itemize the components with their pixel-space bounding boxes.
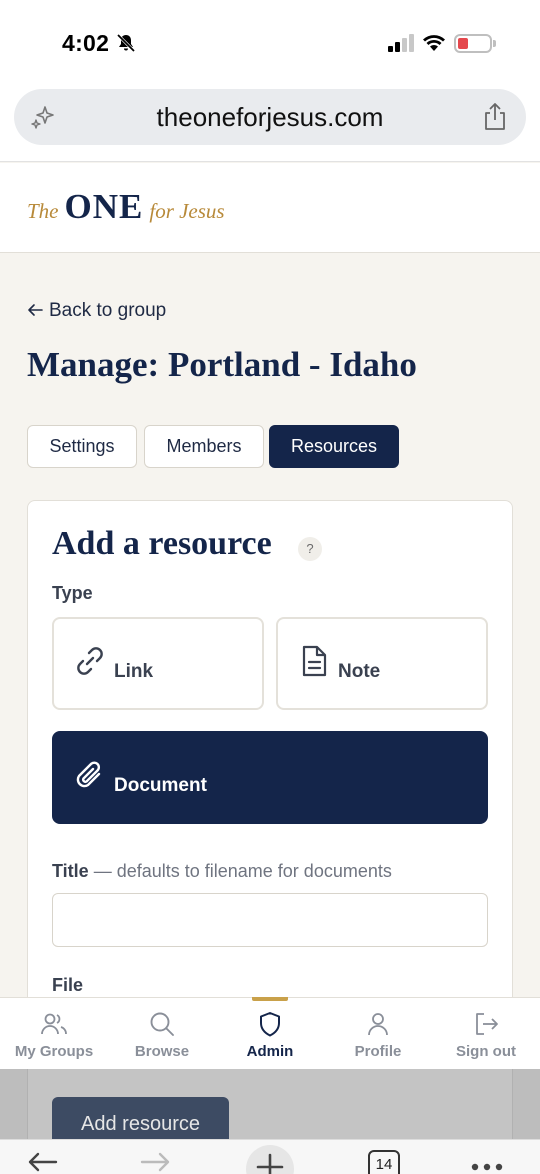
back-arrow-icon[interactable] — [26, 1150, 58, 1174]
battery-level: 18 — [467, 35, 483, 51]
nav-label: Profile — [354, 1043, 402, 1060]
title-label-text: Title — [52, 861, 89, 881]
wifi-icon — [423, 35, 445, 51]
tabs-button[interactable]: 14 — [368, 1150, 400, 1174]
address-bar[interactable]: theoneforjesus.com — [14, 89, 526, 145]
browser-address-area: theoneforjesus.com — [0, 80, 540, 162]
nav-label: Sign out — [456, 1043, 516, 1060]
sign-out-icon — [476, 1013, 498, 1035]
arrow-left-icon — [28, 304, 43, 316]
users-icon — [41, 1013, 67, 1035]
nav-label: Admin — [246, 1043, 294, 1060]
card-heading: Add a resource — [52, 525, 272, 562]
type-option-label: Note — [338, 661, 381, 682]
nav-label: Browse — [134, 1043, 190, 1060]
type-option-link[interactable]: Link — [52, 617, 264, 710]
browser-toolbar: 14 — [0, 1139, 540, 1174]
logo-prefix: The — [27, 199, 59, 223]
help-icon[interactable]: ? — [298, 537, 322, 561]
share-icon[interactable] — [482, 102, 508, 132]
title-label: Title — defaults to filename for documen… — [52, 861, 392, 882]
link-icon — [77, 647, 103, 675]
tab-resources[interactable]: Resources — [269, 425, 399, 468]
document-icon — [302, 645, 327, 677]
status-time: 4:02 — [62, 30, 110, 56]
shield-icon — [260, 1012, 280, 1037]
back-to-group-link[interactable]: Back to group — [27, 300, 166, 322]
signal-icon — [388, 34, 414, 52]
status-bar: 4:02 18 — [0, 0, 540, 80]
site-header: The ONE for Jesus — [0, 163, 540, 253]
forward-arrow-icon[interactable] — [140, 1150, 172, 1174]
plus-icon — [256, 1153, 284, 1174]
more-icon[interactable] — [470, 1162, 504, 1172]
title-hint: — defaults to filename for documents — [93, 861, 392, 881]
back-label: Back to group — [49, 300, 167, 321]
type-label: Type — [52, 583, 93, 603]
nav-sign-out[interactable]: Sign out — [432, 998, 540, 1070]
file-label: File — [52, 975, 84, 995]
nav-admin[interactable]: Admin — [216, 997, 324, 1070]
type-option-document[interactable]: Document — [52, 731, 488, 824]
logo-suffix: for Jesus — [149, 199, 225, 223]
tab-members[interactable]: Members — [144, 425, 264, 468]
type-option-label: Link — [114, 661, 154, 682]
paperclip-icon — [76, 761, 101, 788]
bottom-navigation: My Groups Browse Admin Profile Sign out — [0, 997, 540, 1069]
bell-slash-icon — [116, 33, 136, 53]
url-text[interactable]: theoneforjesus.com — [14, 89, 526, 145]
new-tab-button[interactable] — [246, 1145, 294, 1174]
page-title: Manage: Portland - Idaho — [27, 345, 417, 384]
battery-indicator: 18 — [454, 34, 492, 53]
nav-profile[interactable]: Profile — [324, 998, 432, 1070]
site-logo[interactable]: The ONE for Jesus — [27, 187, 225, 227]
tab-settings[interactable]: Settings — [27, 425, 137, 468]
title-input[interactable] — [52, 893, 488, 947]
user-icon — [368, 1013, 388, 1036]
active-indicator — [252, 997, 288, 1001]
nav-label: My Groups — [14, 1043, 94, 1060]
type-option-note[interactable]: Note — [276, 617, 488, 710]
type-option-label: Document — [114, 775, 207, 796]
logo-main: ONE — [64, 187, 144, 226]
nav-my-groups[interactable]: My Groups — [0, 998, 108, 1070]
search-icon — [150, 1012, 174, 1036]
nav-browse[interactable]: Browse — [108, 998, 216, 1070]
